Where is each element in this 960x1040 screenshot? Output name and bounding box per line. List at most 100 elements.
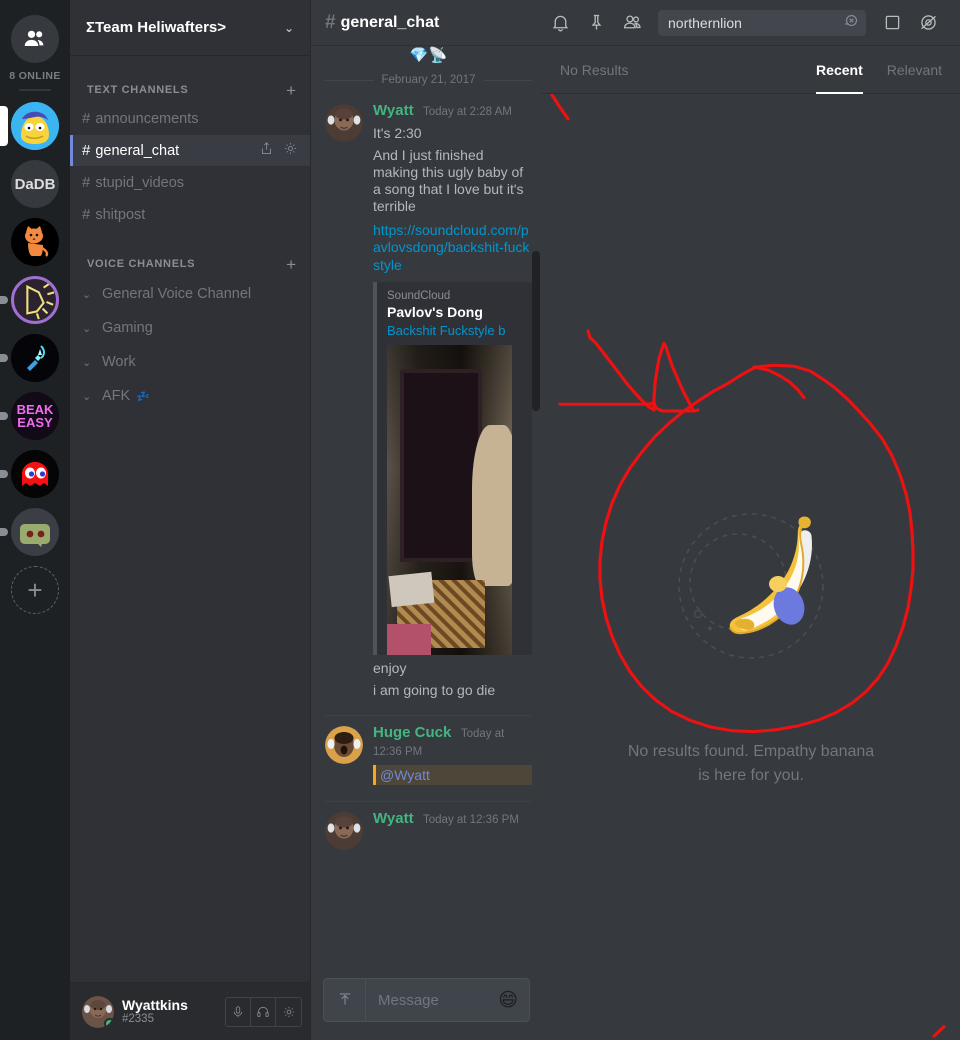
simpsons-avatar: [11, 102, 59, 150]
add-voice-channel-icon[interactable]: +: [286, 256, 302, 273]
server-icon-cat[interactable]: [0, 213, 70, 271]
text-channels-category[interactable]: TEXT CHANNELS +: [70, 78, 310, 102]
voice-channel-label: Gaming: [102, 320, 153, 336]
chat-header: # general_chat: [311, 0, 542, 46]
rail-divider: [19, 89, 51, 91]
pacman-ghost-avatar: [11, 450, 59, 498]
channel-general-chat[interactable]: # general_chat: [70, 135, 310, 166]
hash-icon: #: [82, 110, 91, 127]
top-toolbar: northernlion: [542, 0, 960, 46]
emoji-icon[interactable]: 😄: [498, 989, 529, 1012]
tab-recent[interactable]: Recent: [816, 46, 863, 94]
clear-search-icon[interactable]: [843, 12, 860, 34]
channel-label: announcements: [95, 110, 199, 127]
divider-line: [483, 79, 533, 81]
embed-title[interactable]: Pavlov's Dong: [387, 304, 532, 320]
inbox-icon[interactable]: [874, 0, 910, 46]
gear-icon[interactable]: [283, 141, 298, 161]
soundcloud-embed[interactable]: SoundCloud Pavlov's Dong Backshit Fuckst…: [373, 281, 532, 655]
server-icon-sun[interactable]: [0, 271, 70, 329]
voice-channel-work[interactable]: ⌄ Work: [70, 346, 310, 378]
chevron-down-icon: ⌄: [82, 322, 92, 335]
channel-list[interactable]: TEXT CHANNELS + # announcements # genera…: [70, 56, 310, 982]
message-text: i am going to go die: [373, 681, 496, 698]
unread-pill: [0, 470, 8, 478]
chat-column: # general_chat 💎📡 February 21, 2017 Wyat…: [310, 0, 542, 1040]
mute-button[interactable]: [226, 997, 251, 1026]
message-author[interactable]: Wyatt: [373, 810, 414, 827]
user-settings-button[interactable]: [276, 998, 301, 1026]
upload-icon[interactable]: [324, 979, 366, 1021]
chevron-down-icon: ⌄: [82, 288, 92, 301]
message-timestamp: Today at 2:28 AM: [423, 106, 512, 118]
channel-announcements[interactable]: # announcements: [70, 103, 310, 134]
server-icon-dadb[interactable]: DaDB: [0, 155, 70, 213]
hash-icon: #: [325, 11, 336, 33]
channel-shitpost[interactable]: # shitpost: [70, 199, 310, 230]
message-list[interactable]: 💎📡 February 21, 2017 Wyatt Today at 2:28…: [311, 46, 542, 964]
message-link[interactable]: https://soundcloud.com/pavlovsdong/backs…: [373, 222, 532, 273]
channel-stupid-videos[interactable]: # stupid_videos: [70, 167, 310, 198]
voice-channels-category[interactable]: VOICE CHANNELS +: [70, 252, 310, 276]
server-icon-spark[interactable]: [0, 329, 70, 387]
embed-image-frame: [399, 369, 482, 562]
server-icon-discord[interactable]: [0, 503, 70, 561]
unread-pill: [0, 412, 8, 420]
message-input-container: Message 😄: [311, 964, 542, 1040]
message-input[interactable]: Message 😄: [323, 978, 530, 1022]
add-server-button[interactable]: +: [0, 561, 70, 619]
guild-header[interactable]: ΣTeam Heliwafters> ⌄: [70, 0, 310, 56]
add-text-channel-icon[interactable]: +: [286, 82, 302, 99]
hash-icon: #: [82, 206, 91, 223]
voice-channel-general[interactable]: ⌄ General Voice Channel: [70, 278, 310, 310]
avatar[interactable]: [82, 995, 114, 1028]
online-count: 8 ONLINE: [9, 70, 61, 82]
voice-channel-gaming[interactable]: ⌄ Gaming: [70, 312, 310, 344]
embed-image-paper: [387, 571, 434, 608]
category-label: TEXT CHANNELS: [87, 84, 189, 96]
tab-relevant[interactable]: Relevant: [887, 46, 942, 94]
invite-icon[interactable]: [259, 141, 274, 161]
empty-state: No results found. Empathy banana is here…: [542, 464, 960, 788]
user-discriminator: #2335: [122, 1012, 154, 1025]
message-text: And I just finished making this ugly bab…: [373, 147, 524, 215]
spark-avatar: [11, 334, 59, 382]
sun-avatar: [11, 276, 59, 324]
message-body: Wyatt Today at 2:28 AM It's 2:30 And I j…: [373, 102, 532, 699]
user-controls: [225, 996, 302, 1027]
message-text: It's 2:30: [373, 125, 422, 141]
server-icon-pacman-ghost[interactable]: [0, 445, 70, 503]
members-icon[interactable]: [614, 0, 650, 46]
user-panel: Wyattkins #2335: [70, 982, 310, 1040]
scrollbar[interactable]: [532, 251, 540, 411]
cat-avatar: [11, 218, 59, 266]
message-separator: [325, 714, 532, 716]
message-timestamp: Today at 12:36 PM: [423, 813, 519, 826]
help-icon[interactable]: [910, 0, 946, 46]
embed-description[interactable]: Backshit Fuckstyle b: [387, 323, 532, 338]
voice-channel-afk[interactable]: ⌄ AFK 💤: [70, 380, 310, 412]
avatar[interactable]: [325, 725, 363, 764]
home-button[interactable]: [0, 10, 70, 68]
message-author[interactable]: Huge Cuck: [373, 724, 451, 741]
mention-text[interactable]: @Wyatt: [373, 764, 532, 785]
hash-icon: #: [82, 142, 91, 159]
category-label: VOICE CHANNELS: [87, 258, 196, 270]
server-icon-simpsons[interactable]: [0, 97, 70, 155]
avatar[interactable]: [325, 811, 363, 850]
empty-state-message: No results found. Empathy banana is here…: [627, 743, 875, 784]
deafen-button[interactable]: [251, 997, 276, 1026]
message-item: Wyatt Today at 2:28 AM It's 2:30 And I j…: [325, 98, 532, 699]
message-item: Wyatt Today at 12:36 PM: [325, 806, 532, 850]
status-indicator-online: [104, 1017, 114, 1028]
avatar[interactable]: [325, 104, 363, 142]
user-meta: Wyattkins #2335: [122, 997, 217, 1026]
server-icon-beak-easy[interactable]: BEAK EASY: [0, 387, 70, 445]
bell-icon[interactable]: [542, 0, 578, 46]
search-input[interactable]: northernlion: [658, 9, 866, 36]
pin-icon[interactable]: [578, 0, 614, 46]
server-rail: 8 ONLINE DaDB BEAK EASY +: [0, 0, 70, 1040]
embed-image[interactable]: [387, 344, 512, 655]
message-author[interactable]: Wyatt: [373, 102, 414, 119]
embed-provider: SoundCloud: [387, 289, 451, 302]
